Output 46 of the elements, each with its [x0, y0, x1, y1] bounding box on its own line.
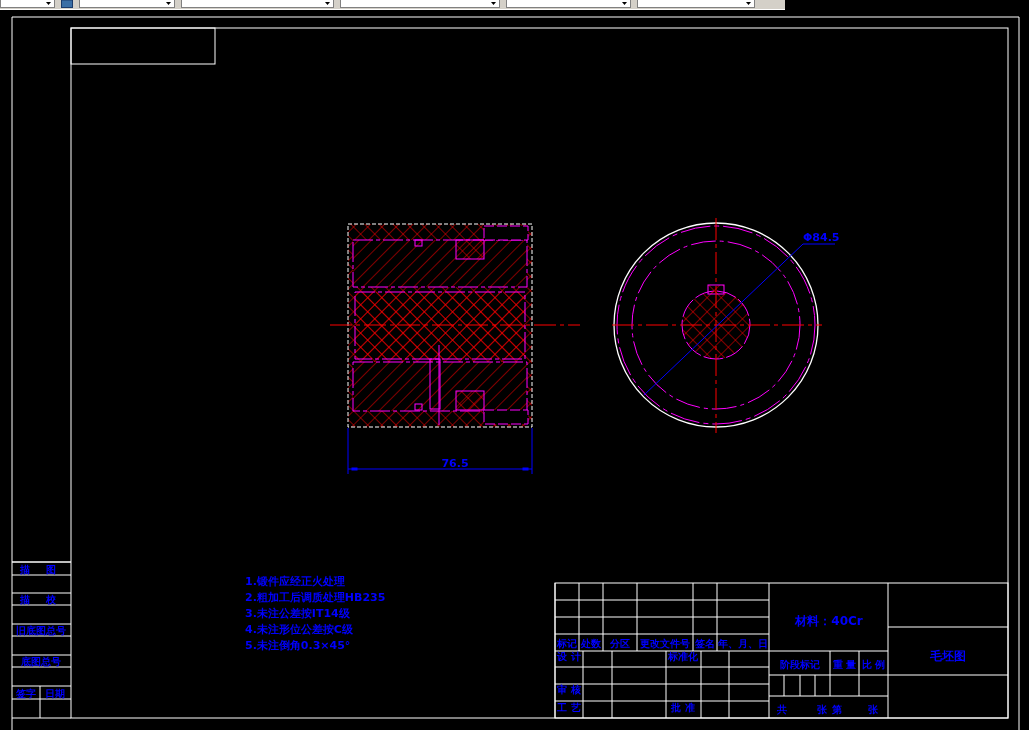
- table-header: 更改文件号: [640, 638, 690, 649]
- dropdown[interactable]: [0, 0, 55, 8]
- table-label: 日期: [45, 688, 65, 699]
- sheet-label: 第: [832, 704, 842, 715]
- dropdown[interactable]: [79, 0, 175, 8]
- caret-icon: [166, 2, 171, 5]
- dropdown[interactable]: [506, 0, 631, 8]
- technical-note: 2.粗加工后调质处理HB235: [245, 591, 386, 604]
- table-header: 重 量: [832, 659, 857, 670]
- drawing-title: 毛坯图: [930, 649, 966, 663]
- table-header: 签名: [695, 638, 715, 649]
- table-header: 分区: [610, 638, 630, 649]
- caret-icon: [746, 2, 751, 5]
- layer-icon: [61, 0, 73, 8]
- dimension-text: 76.5: [441, 457, 469, 470]
- table-label: 描 校: [20, 594, 62, 605]
- sheet-label: 张: [817, 704, 827, 715]
- table-label: 底图总号: [21, 656, 61, 667]
- table-label: 描 图: [20, 564, 62, 575]
- dropdown[interactable]: [181, 0, 334, 8]
- caret-icon: [491, 2, 496, 5]
- dimension-text: Φ84.5: [803, 231, 840, 244]
- technical-note: 5.未注倒角0.3×45°: [245, 639, 351, 652]
- sheet-label: 张: [868, 704, 878, 715]
- technical-note: 3.未注公差按IT14级: [245, 607, 350, 620]
- technical-note: 1.锻件应经正火处理: [245, 575, 345, 588]
- table-label: 审 核: [557, 684, 581, 695]
- table-header: 处数: [581, 638, 601, 649]
- caret-icon: [325, 2, 330, 5]
- table-header: 年、月、日: [718, 638, 768, 649]
- table-label: 旧底图总号: [16, 625, 66, 636]
- table-header: 阶段标记: [779, 659, 820, 670]
- technical-note: 4.未注形位公差按C级: [245, 623, 353, 636]
- table-label: 签字: [16, 688, 36, 699]
- caret-icon: [622, 2, 627, 5]
- table-label: 标准化: [668, 651, 698, 662]
- table-header: 比 例: [861, 659, 886, 670]
- dropdown[interactable]: [637, 0, 755, 8]
- table-header: 标记: [557, 638, 577, 649]
- dropdown[interactable]: [340, 0, 500, 8]
- table-label: 批 准: [671, 702, 695, 713]
- table-label: 工 艺: [557, 702, 581, 713]
- caret-icon: [46, 2, 51, 5]
- sheet-label: 共: [777, 704, 787, 715]
- table-label: 设 计: [557, 651, 581, 662]
- material-label: 材料：40Cr: [795, 614, 863, 628]
